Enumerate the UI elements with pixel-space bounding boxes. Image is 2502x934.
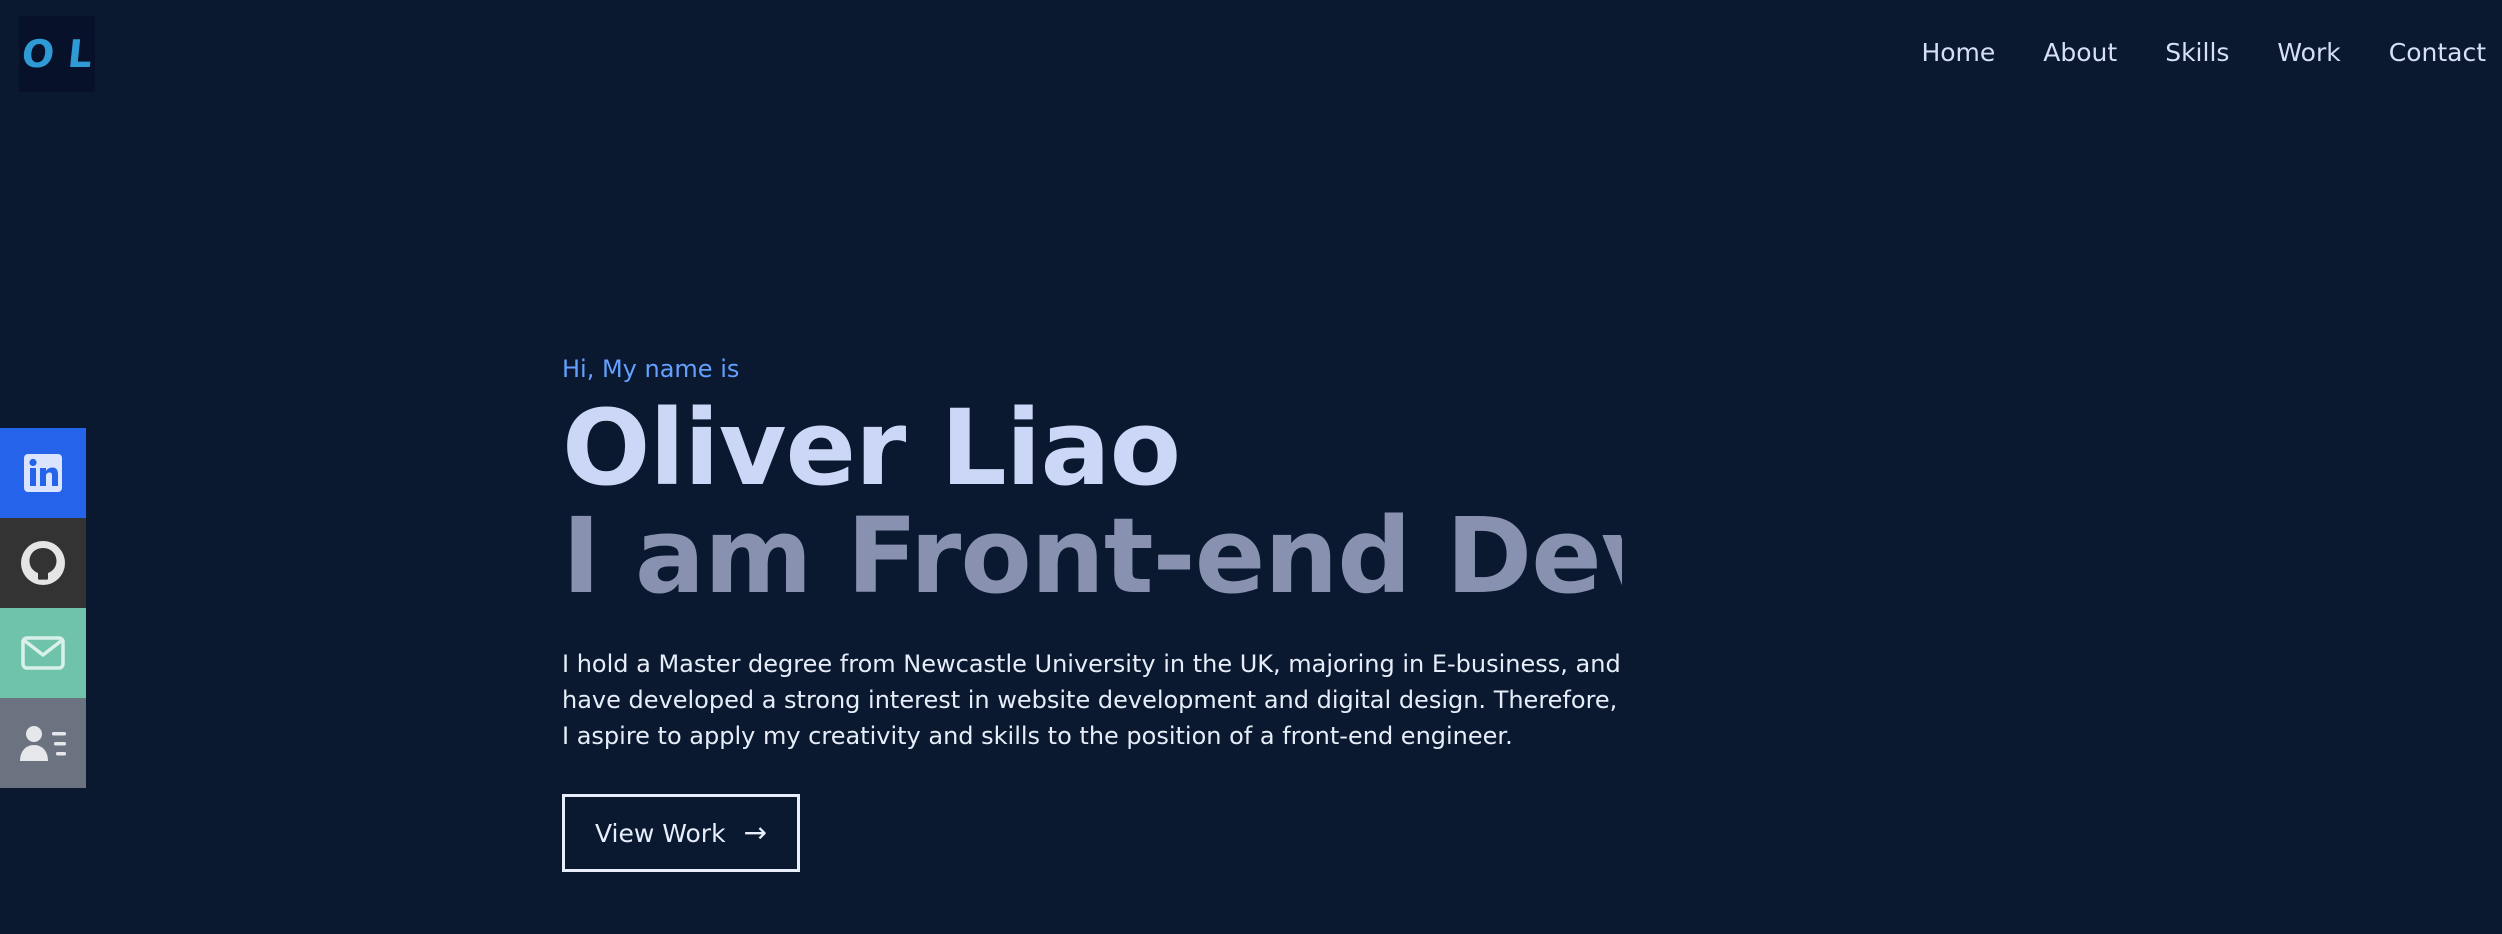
hero-greeting: Hi, My name is (562, 355, 740, 383)
mail-icon (21, 636, 65, 670)
resume-link[interactable] (0, 698, 86, 788)
logo-letter-o: O (19, 32, 57, 76)
nav-skills[interactable]: Skills (2165, 36, 2229, 70)
arrow-right-icon: → (743, 816, 768, 849)
logo-letter-l: L (65, 32, 95, 76)
nav-about[interactable]: About (2043, 36, 2117, 70)
hero-name: Oliver Liao (562, 387, 1181, 509)
view-work-button[interactable]: View Work → (562, 794, 800, 872)
hero-section: Hi, My name is Oliver Liao I am Front-en… (562, 352, 1662, 872)
main-nav: Home About Skills Work Contact (1921, 36, 2486, 70)
hero-role-typing: I am Front-end Deve (562, 502, 1622, 610)
github-icon (20, 540, 66, 586)
social-sidebar (0, 428, 86, 788)
resume-icon (18, 723, 68, 763)
github-link[interactable] (0, 518, 86, 608)
nav-contact[interactable]: Contact (2389, 36, 2486, 70)
view-work-label: View Work (594, 818, 726, 848)
mail-link[interactable] (0, 608, 86, 698)
linkedin-icon (23, 453, 63, 493)
hero-description: I hold a Master degree from Newcastle Un… (562, 650, 1621, 750)
nav-home[interactable]: Home (1921, 36, 1995, 70)
nav-work[interactable]: Work (2277, 36, 2340, 70)
site-logo[interactable]: O L (19, 16, 95, 92)
linkedin-link[interactable] (0, 428, 86, 518)
